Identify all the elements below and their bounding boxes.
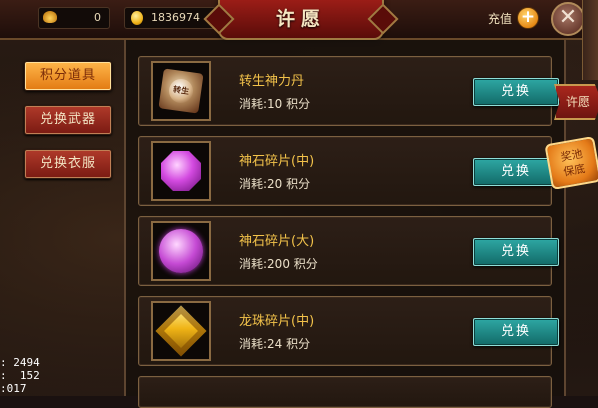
tab-exchange-clothes[interactable]: 兑换衣服 [24,149,112,179]
item-name: 龙珠碎片(中) [239,314,315,329]
item-icon-frame [151,141,211,201]
side-tab-wish[interactable]: 许愿 [554,84,598,120]
item-cost: 消耗:24 积分 [239,337,311,351]
coin-icon [131,11,143,25]
debug-overlay: : 2494 : 152 :017 [0,356,60,395]
coin-value: 1836974 [151,11,200,24]
list-item: 龙珠碎片(中) 消耗:24 积分 兑换 [138,296,559,366]
title-plate: 许愿 [218,0,384,40]
exchange-button[interactable]: 兑换 [473,158,559,186]
coin-counter: 1836974 [124,7,216,29]
list-item: 转生 转生神力丹 消耗:10 积分 兑换 [138,56,559,126]
debug-line: : 152 [0,369,40,382]
close-button[interactable]: ✕ [551,2,585,36]
list-item: 神石碎片(中) 消耗:20 积分 兑换 [138,136,559,206]
gem-mid-icon [161,151,201,191]
side-tab-prize-pool[interactable]: 奖池 保底 [544,136,598,190]
list-item: 神石碎片(大) 消耗:200 积分 兑换 [138,216,559,286]
top-bar: 0 1836974 许愿 充值 + ✕ [0,0,598,40]
item-cost: 消耗:200 积分 [239,257,318,271]
recharge-plus-button[interactable]: + [517,7,539,29]
item-name: 神石碎片(大) [239,234,315,249]
exchange-button[interactable]: 兑换 [473,318,559,346]
category-tabs: 积分道具 兑换武器 兑换衣服 [16,48,120,348]
exchange-button[interactable]: 兑换 [473,238,559,266]
dragon-pearl-icon [155,305,207,357]
item-name: 神石碎片(中) [239,154,315,169]
pill-icon: 转生 [158,68,204,114]
gold-ingot-icon [43,11,57,23]
frame-ornament [582,0,598,80]
item-icon-frame [151,301,211,361]
item-icon-frame [151,221,211,281]
tab-exchange-weapons[interactable]: 兑换武器 [24,105,112,135]
list-item-partial [138,376,552,408]
item-name: 转生神力丹 [239,74,305,89]
item-list[interactable]: 转生 转生神力丹 消耗:10 积分 兑换 神石碎片(中) 消耗:20 积分 兑换… [124,40,566,408]
gold-ingot-counter: 0 [38,7,110,29]
debug-line: :017 [0,382,27,395]
gem-big-icon [159,229,203,273]
exchange-button[interactable]: 兑换 [473,78,559,106]
debug-line: : 2494 [0,356,40,369]
item-cost: 消耗:20 积分 [239,177,311,191]
recharge-label[interactable]: 充值 [488,10,512,27]
tab-points-items[interactable]: 积分道具 [24,61,112,91]
pill-icon-label: 转生 [167,77,195,105]
item-cost: 消耗:10 积分 [239,97,311,111]
item-icon-frame: 转生 [151,61,211,121]
gold-ingot-value: 0 [94,11,101,24]
page-title: 许愿 [275,8,326,30]
